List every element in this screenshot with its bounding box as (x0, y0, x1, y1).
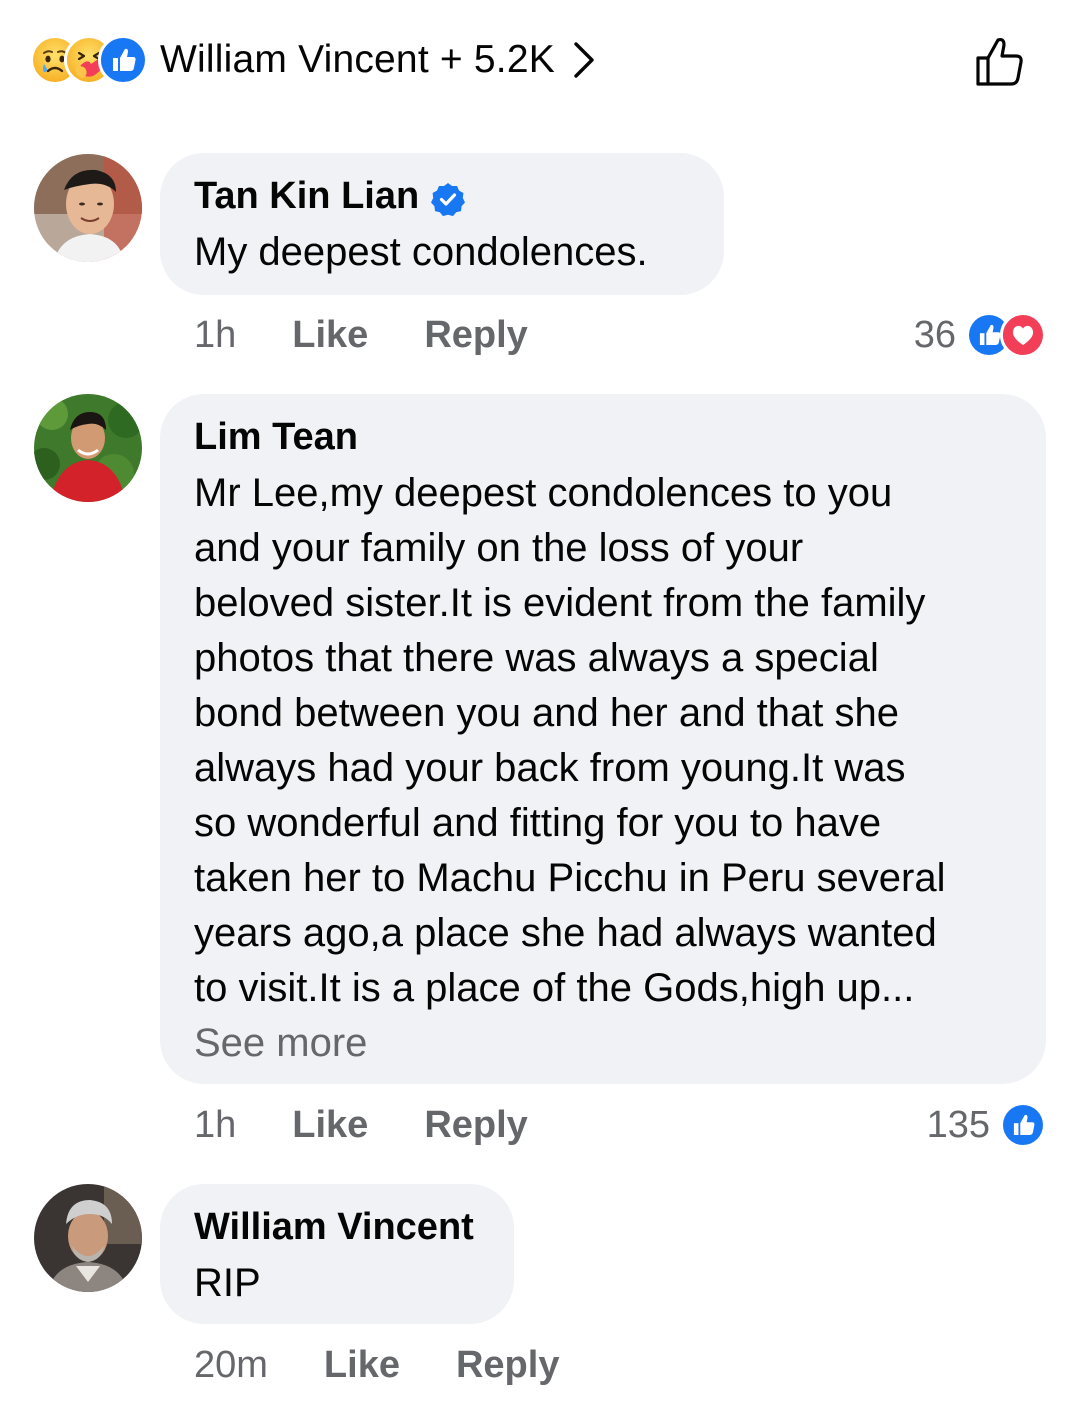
reaction-count[interactable]: 135 (927, 1100, 1046, 1150)
see-more-link[interactable]: See more (194, 1016, 1012, 1070)
reply-button[interactable]: Reply (456, 1344, 559, 1387)
like-button[interactable]: Like (292, 314, 368, 357)
avatar[interactable] (34, 394, 142, 502)
comment-timestamp[interactable]: 20m (194, 1344, 268, 1387)
author-name-text[interactable]: William Vincent (194, 1202, 474, 1252)
comment-bubble[interactable]: Tan Kin Lian My deepest condolences. (160, 153, 724, 295)
comment-text: Mr Lee,my deepest condolences to you and… (194, 471, 946, 1010)
like-outline-icon[interactable] (972, 32, 1030, 90)
like-button[interactable]: Like (292, 1104, 368, 1147)
avatar[interactable] (34, 154, 142, 262)
love-icon (1000, 312, 1046, 358)
comment-text: RIP (194, 1261, 261, 1305)
comment-actions: 20m Like Reply (194, 1340, 559, 1390)
comment: Tan Kin Lian My deepest condolences. 1h … (0, 150, 1080, 360)
comment-bubble[interactable]: Lim Tean Mr Lee,my deepest condolences t… (160, 394, 1046, 1084)
reply-button[interactable]: Reply (424, 1104, 527, 1147)
avatar[interactable] (34, 1184, 142, 1292)
like-icon (98, 35, 148, 85)
comment-author[interactable]: Lim Tean (194, 412, 1012, 462)
comment-text: My deepest condolences. (194, 230, 648, 274)
comment: William Vincent RIP 20m Like Reply (0, 1182, 1080, 1402)
comment-author[interactable]: William Vincent (194, 1202, 480, 1252)
chevron-right-icon (571, 40, 597, 80)
verified-badge-icon (431, 179, 466, 217)
comment-bubble[interactable]: William Vincent RIP (160, 1184, 514, 1324)
comment-author[interactable]: Tan Kin Lian (194, 171, 690, 221)
like-icon (1000, 1102, 1046, 1148)
reaction-count-number: 135 (926, 1103, 990, 1146)
reaction-count[interactable]: 36 (914, 310, 1046, 360)
comment: Lim Tean Mr Lee,my deepest condolences t… (0, 392, 1080, 1162)
comment-actions: 1h Like Reply (194, 1100, 528, 1150)
author-name-text[interactable]: Tan Kin Lian (194, 171, 419, 221)
like-button[interactable]: Like (324, 1344, 400, 1387)
reaction-count-number: 36 (913, 313, 956, 356)
reaction-icon-stack (30, 35, 148, 85)
reply-button[interactable]: Reply (424, 314, 527, 357)
comment-timestamp[interactable]: 1h (194, 314, 236, 357)
reactions-summary[interactable]: William Vincent + 5.2K (30, 28, 1060, 92)
comment-timestamp[interactable]: 1h (194, 1104, 236, 1147)
author-name-text[interactable]: Lim Tean (194, 412, 358, 462)
reactions-summary-text: William Vincent + 5.2K (160, 38, 555, 81)
comment-actions: 1h Like Reply (194, 310, 528, 360)
